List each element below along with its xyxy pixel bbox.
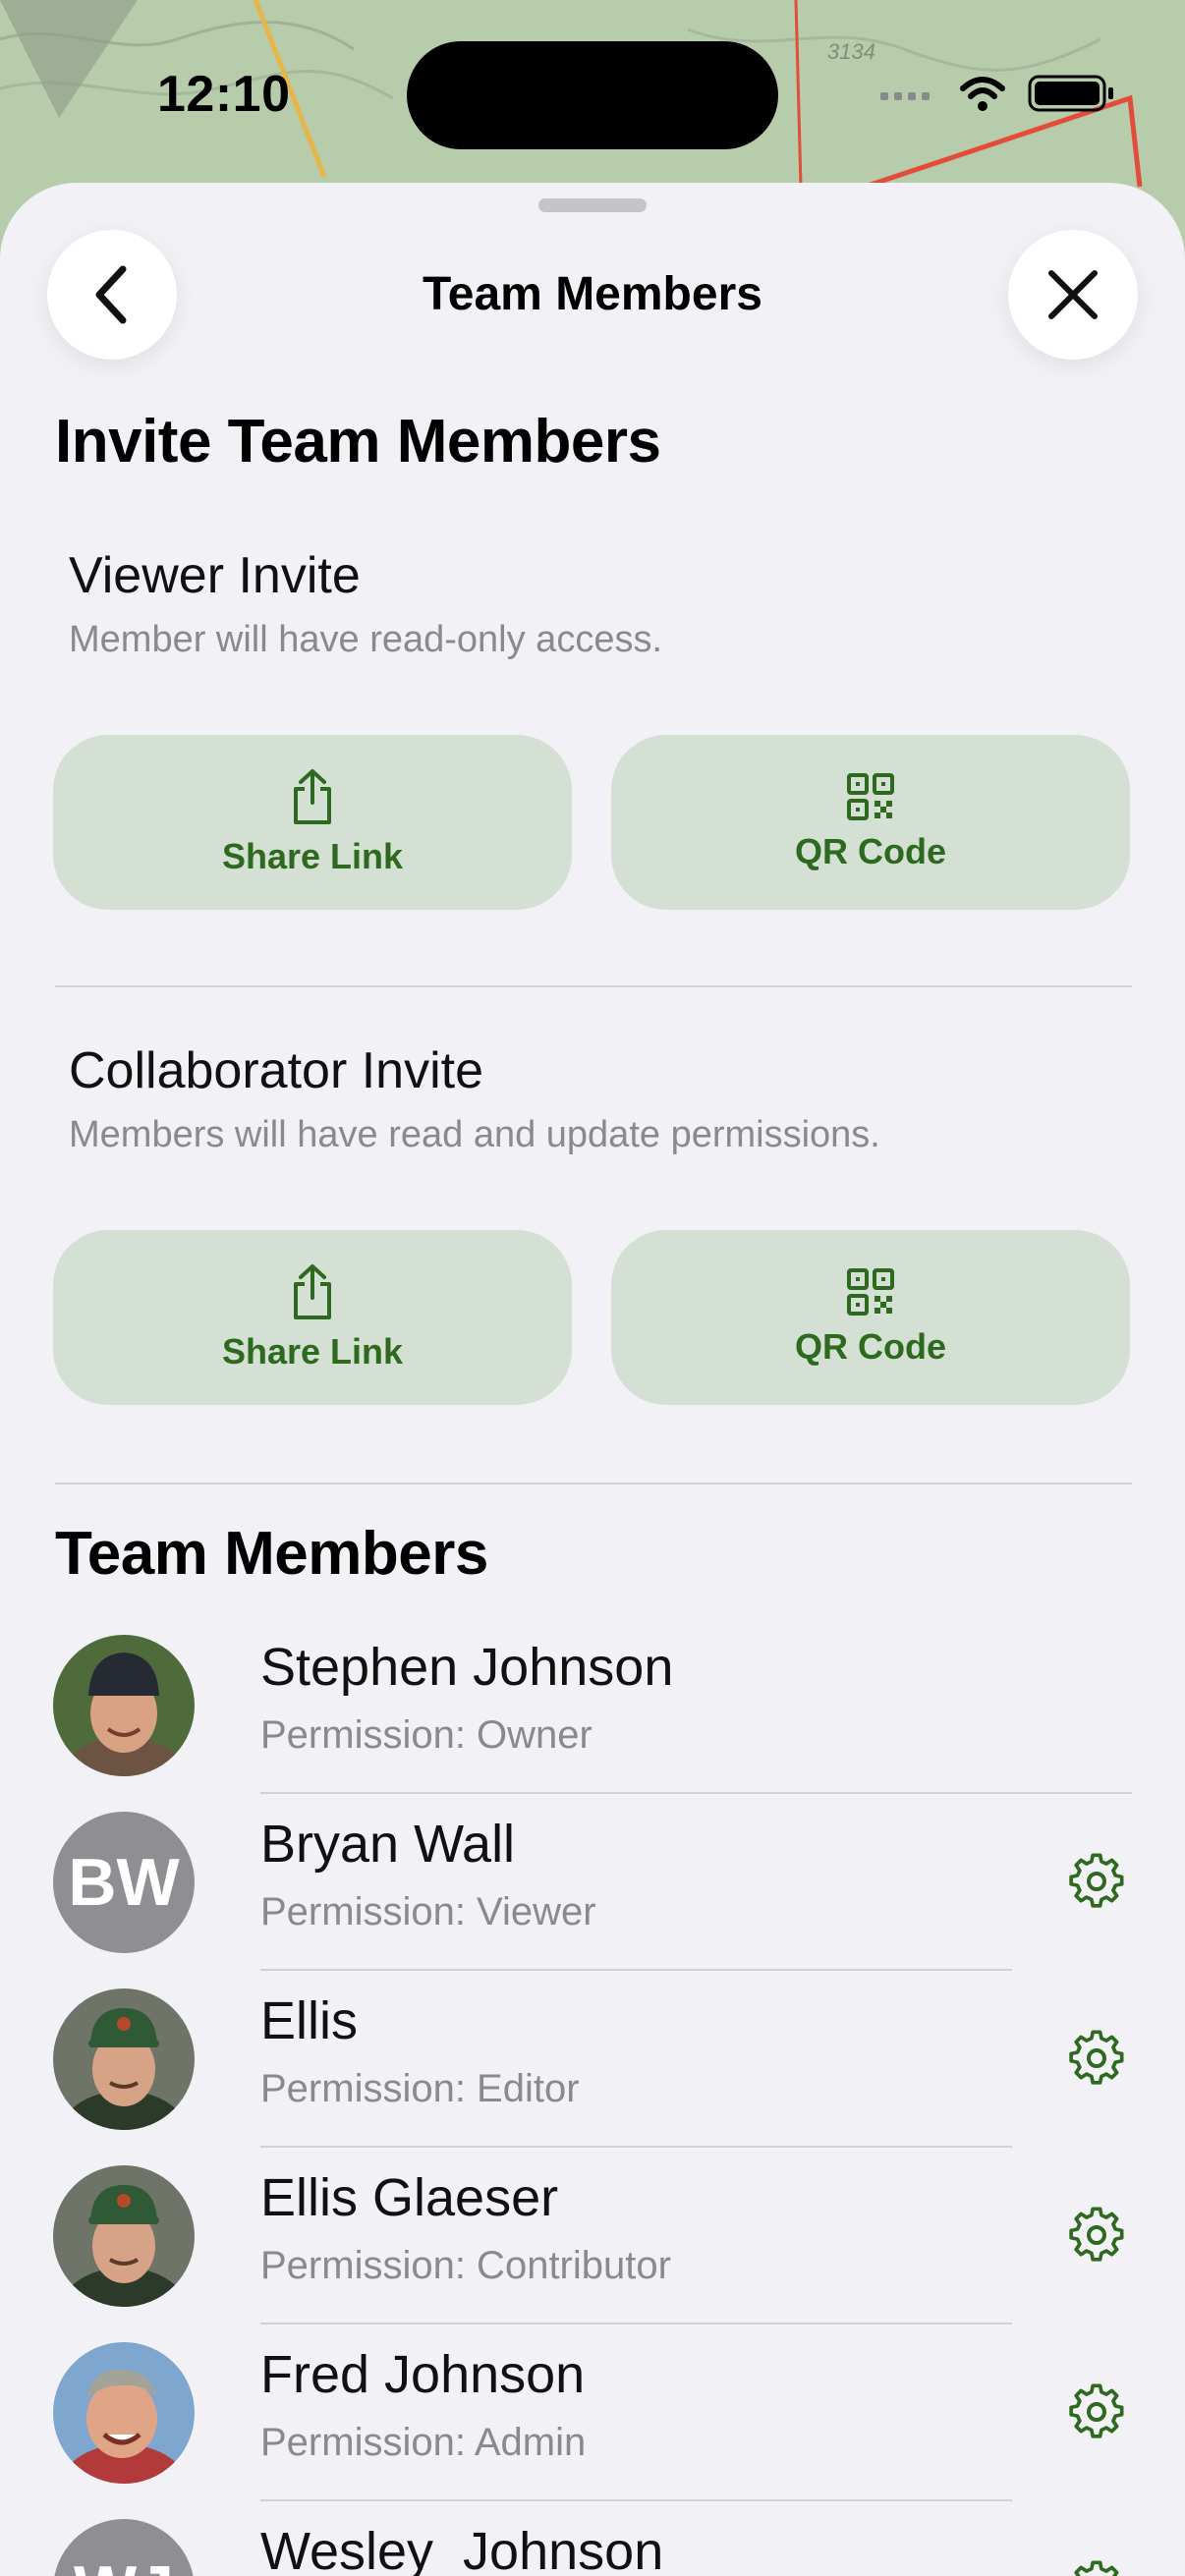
avatar-initials: BW bbox=[53, 1812, 195, 1953]
cellular-signal-icon bbox=[880, 92, 930, 100]
team-members-sheet: Team Members Invite Team Members Viewer … bbox=[0, 183, 1185, 2576]
collaborator-qr-code-label: QR Code bbox=[794, 1326, 946, 1367]
avatar bbox=[53, 2165, 195, 2307]
member-row[interactable]: Fred Johnson Permission: Admin bbox=[0, 2324, 1185, 2501]
member-name: Bryan Wall bbox=[260, 1815, 516, 1874]
status-icons bbox=[880, 69, 1126, 118]
status-time: 12:10 bbox=[157, 66, 291, 123]
avatar bbox=[53, 2342, 195, 2484]
collaborator-invite-title: Collaborator Invite bbox=[69, 1042, 483, 1099]
member-permission: Permission: Admin bbox=[260, 2421, 587, 2464]
invite-heading: Invite Team Members bbox=[55, 408, 661, 476]
member-name: Wesley Johnson bbox=[260, 2522, 664, 2576]
collaborator-invite-subtitle: Members will have read and update permis… bbox=[69, 1114, 880, 1155]
member-name: Stephen Johnson bbox=[260, 1638, 674, 1697]
share-icon bbox=[294, 769, 331, 824]
battery-icon bbox=[1028, 75, 1113, 112]
gear-icon[interactable] bbox=[1067, 2207, 1126, 2266]
member-permission: Permission: Editor bbox=[260, 2067, 580, 2110]
avatar bbox=[53, 1635, 195, 1776]
member-permission: Permission: Owner bbox=[260, 1713, 592, 1757]
gear-icon[interactable] bbox=[1067, 2383, 1126, 2442]
divider bbox=[55, 985, 1132, 987]
sheet-grabber[interactable] bbox=[538, 198, 647, 212]
member-row[interactable]: Ellis Permission: Editor bbox=[0, 1971, 1185, 2148]
member-name: Ellis bbox=[260, 1991, 359, 2050]
qr-code-icon bbox=[847, 773, 894, 820]
viewer-share-link-label: Share Link bbox=[221, 836, 404, 876]
divider bbox=[55, 1483, 1132, 1484]
member-name: Ellis Glaeser bbox=[260, 2168, 559, 2227]
collaborator-qr-code-button[interactable]: QR Code bbox=[611, 1230, 1130, 1405]
avatar-initials: WJ bbox=[53, 2519, 195, 2576]
gear-icon[interactable] bbox=[1067, 1853, 1126, 1912]
avatar bbox=[53, 1988, 195, 2130]
member-permission: Permission: Viewer bbox=[260, 1890, 596, 1933]
close-button[interactable] bbox=[1008, 230, 1138, 360]
qr-code-icon bbox=[847, 1268, 894, 1316]
collaborator-share-link-label: Share Link bbox=[221, 1331, 404, 1372]
viewer-qr-code-button[interactable]: QR Code bbox=[611, 735, 1130, 910]
member-row[interactable]: WJ Wesley Johnson bbox=[0, 2501, 1185, 2576]
share-icon bbox=[294, 1264, 331, 1319]
viewer-invite-title: Viewer Invite bbox=[69, 547, 361, 604]
gear-icon[interactable] bbox=[1067, 2560, 1126, 2576]
member-row[interactable]: BW Bryan Wall Permission: Viewer bbox=[0, 1794, 1185, 1971]
wifi-icon bbox=[960, 77, 1005, 111]
close-icon bbox=[1048, 270, 1098, 319]
gear-icon[interactable] bbox=[1067, 2030, 1126, 2089]
collaborator-share-link-button[interactable]: Share Link bbox=[53, 1230, 572, 1405]
dynamic-island bbox=[407, 41, 778, 149]
viewer-qr-code-label: QR Code bbox=[794, 831, 946, 871]
viewer-invite-subtitle: Member will have read-only access. bbox=[69, 619, 663, 660]
member-name: Fred Johnson bbox=[260, 2345, 586, 2404]
member-row[interactable]: Stephen Johnson Permission: Owner bbox=[0, 1617, 1185, 1794]
member-permission: Permission: Contributor bbox=[260, 2244, 671, 2287]
map-elevation-label: 3134 bbox=[827, 39, 875, 64]
members-heading: Team Members bbox=[55, 1520, 488, 1588]
viewer-share-link-button[interactable]: Share Link bbox=[53, 735, 572, 910]
member-row[interactable]: Ellis Glaeser Permission: Contributor bbox=[0, 2148, 1185, 2324]
